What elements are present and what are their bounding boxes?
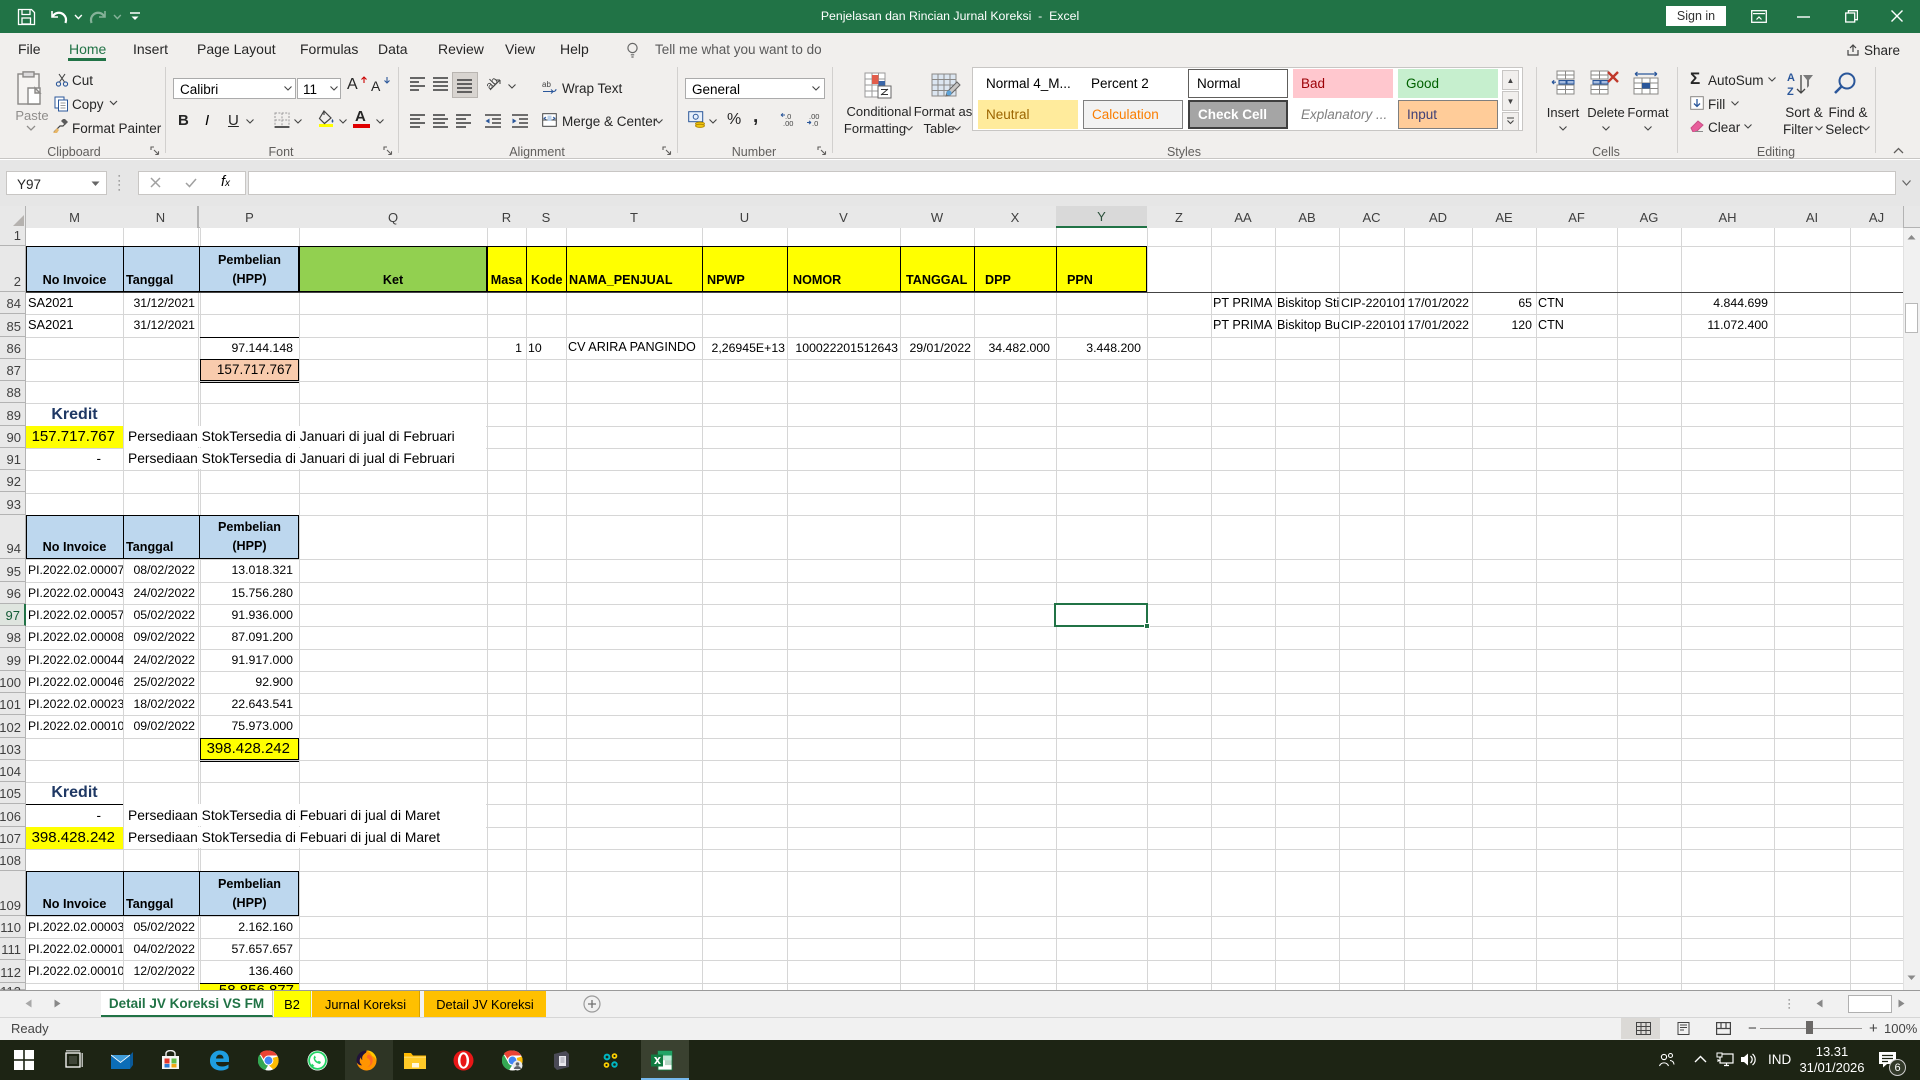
svg-text:Z: Z [1787, 86, 1794, 97]
svg-text:A: A [1787, 72, 1795, 84]
svg-text:ab: ab [487, 76, 501, 92]
svg-text:.00: .00 [783, 119, 793, 127]
svg-text:.0: .0 [812, 119, 818, 127]
svg-text:ab: ab [542, 80, 551, 89]
